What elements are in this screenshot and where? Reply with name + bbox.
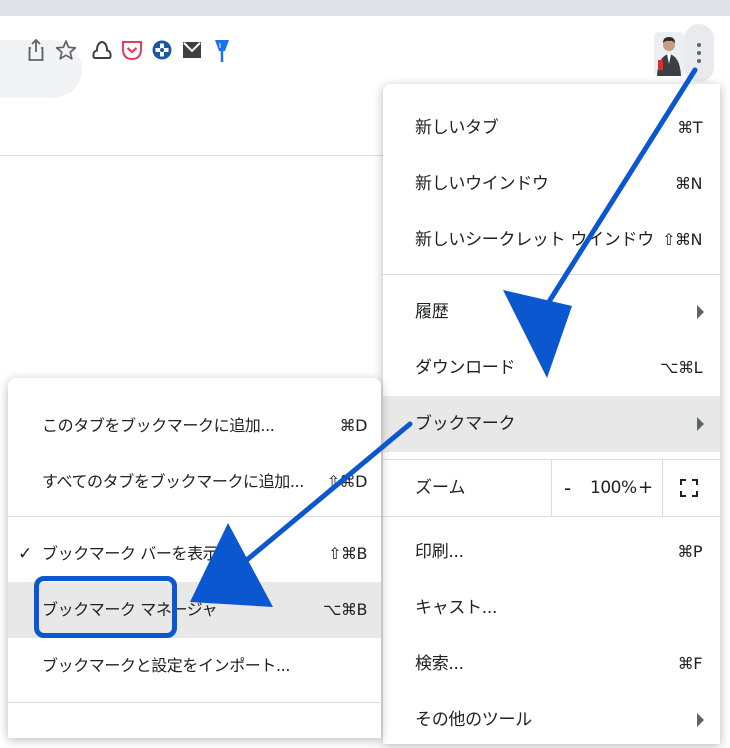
menu-item-zoom: ズーム - 100% + [383,460,720,516]
shortcut-label: ⌥⌘L [660,358,702,377]
shortcut-label: ⌘D [339,416,368,435]
submenu-item-bookmark-this-tab[interactable]: このタブをブックマークに追加... ⌘D [8,398,381,454]
menu-item-new-tab[interactable]: 新しいタブ ⌘T [383,100,720,156]
submenu-arrow-icon [697,417,704,431]
zoom-in-button[interactable]: + [638,460,653,516]
shortcut-label: ⇧⌘D [326,472,368,491]
menu-item-cast[interactable]: キャスト... [383,580,720,636]
menu-item-label: 履歴 [415,302,449,322]
submenu-item-label: すべてのタブをブックマークに追加... [42,472,304,491]
shortcut-label: ⌘P [677,542,702,561]
checkmark-icon: ✓ [18,544,33,564]
submenu-item-show-bookmarks-bar[interactable]: ✓ ブックマーク バーを表示 ⇧⌘B [8,526,381,582]
menu-item-bookmarks[interactable]: ブックマーク [383,396,720,452]
submenu-item-label: ブックマーク バーを表示 [42,544,219,563]
fullscreen-icon[interactable] [679,478,699,498]
submenu-item-bookmark-all-tabs[interactable]: すべてのタブをブックマークに追加... ⇧⌘D [8,454,381,510]
submenu-item-import-bookmarks[interactable]: ブックマークと設定をインポート... [8,638,381,694]
menu-item-label: 検索... [415,654,464,674]
menu-separator [383,516,720,517]
shortcut-label: ⌥⌘B [323,600,367,619]
dot [697,51,701,55]
menu-item-label: 印刷... [415,542,464,562]
bookmarks-submenu: このタブをブックマークに追加... ⌘D すべてのタブをブックマークに追加...… [8,378,381,738]
menu-item-find[interactable]: 検索... ⌘F [383,636,720,692]
submenu-item-label: ブックマークと設定をインポート... [42,656,291,675]
shortcut-label: ⌘N [675,174,702,193]
shortcut-label: ⇧⌘B [328,544,367,563]
chrome-main-menu: 新しいタブ ⌘T 新しいウインドウ ⌘N 新しいシークレット ウインドウ ⇧⌘N… [383,84,720,744]
plus-circle-icon[interactable] [150,36,174,64]
menu-item-history[interactable]: 履歴 [383,284,720,340]
menu-separator [8,702,381,703]
menu-item-label: 新しいウインドウ [415,174,549,194]
share-icon[interactable] [24,36,48,64]
chrome-menu-button[interactable] [684,24,714,82]
menu-item-label: その他のツール [415,710,532,730]
zoom-label: ズーム [415,478,466,498]
menu-item-new-window[interactable]: 新しいウインドウ ⌘N [383,156,720,212]
menu-item-label: キャスト... [415,598,498,618]
mail-icon[interactable] [180,36,204,64]
submenu-arrow-icon [697,713,704,727]
shortcut-label: ⇧⌘N [662,230,702,249]
dot [697,59,701,63]
shortcut-label: ⌘F [677,654,703,673]
cloud-extension-icon[interactable] [90,36,114,64]
menu-separator [383,274,720,275]
dot [697,43,701,47]
zoom-controls: - 100% + [551,460,663,516]
shortcut-label: ⌘T [677,118,702,137]
tab-strip [0,0,730,16]
pocket-icon[interactable] [120,36,144,64]
menu-item-label: 新しいシークレット ウインドウ [415,230,654,250]
zoom-out-button[interactable]: - [564,460,571,516]
menu-item-new-incognito-window[interactable]: 新しいシークレット ウインドウ ⇧⌘N [383,212,720,268]
zoom-level: 100% [590,478,637,498]
menu-item-print[interactable]: 印刷... ⌘P [383,524,720,580]
profile-avatar[interactable] [654,32,684,76]
submenu-item-label: このタブをブックマークに追加... [42,416,275,435]
toolbar-divider [0,155,383,156]
pin-icon[interactable] [210,36,234,64]
menu-item-label: ブックマーク [415,414,516,434]
menu-item-label: 新しいタブ [415,118,499,138]
menu-item-more-tools[interactable]: その他のツール [383,692,720,748]
menu-item-label: ダウンロード [415,358,516,378]
menu-item-downloads[interactable]: ダウンロード ⌥⌘L [383,340,720,396]
star-icon[interactable] [54,36,78,64]
submenu-arrow-icon [697,305,704,319]
highlight-box [34,576,177,638]
menu-separator [8,516,381,517]
